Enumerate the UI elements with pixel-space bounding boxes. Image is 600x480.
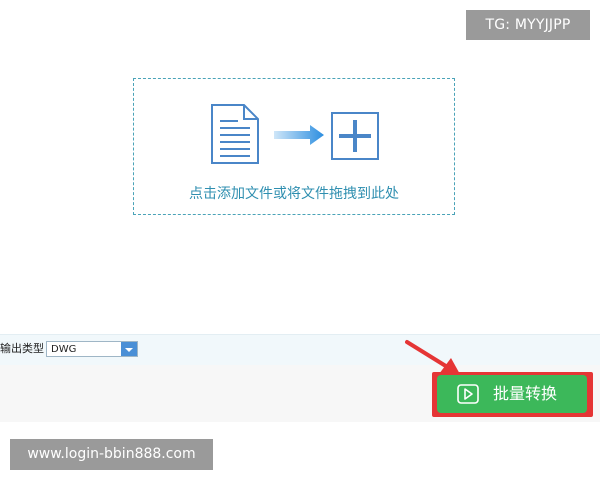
output-type-select[interactable]: DWG: [46, 341, 138, 357]
output-type-label: 输出类型: [0, 342, 44, 355]
batch-convert-label: 批量转换: [493, 384, 558, 403]
plus-icon: [331, 112, 379, 160]
arrow-right-icon: [274, 125, 324, 145]
app-window: TG: MYYJJPP 点击添加文件或将文件拖拽到此处 输出类型 DWG 批量转…: [0, 0, 600, 480]
drop-zone-hint: 点击添加文件或将文件拖拽到此处: [189, 186, 399, 202]
watermark-top: TG: MYYJJPP: [466, 10, 590, 40]
document-icon: [211, 104, 259, 164]
batch-convert-button[interactable]: 批量转换: [437, 375, 587, 413]
output-type-value: DWG: [51, 344, 77, 355]
output-type-bar: 输出类型 DWG: [0, 334, 600, 366]
watermark-bottom: www.login-bbin888.com: [10, 439, 213, 470]
file-drop-zone[interactable]: 点击添加文件或将文件拖拽到此处: [133, 78, 455, 215]
play-icon: [457, 384, 479, 404]
chevron-down-icon[interactable]: [121, 342, 137, 356]
